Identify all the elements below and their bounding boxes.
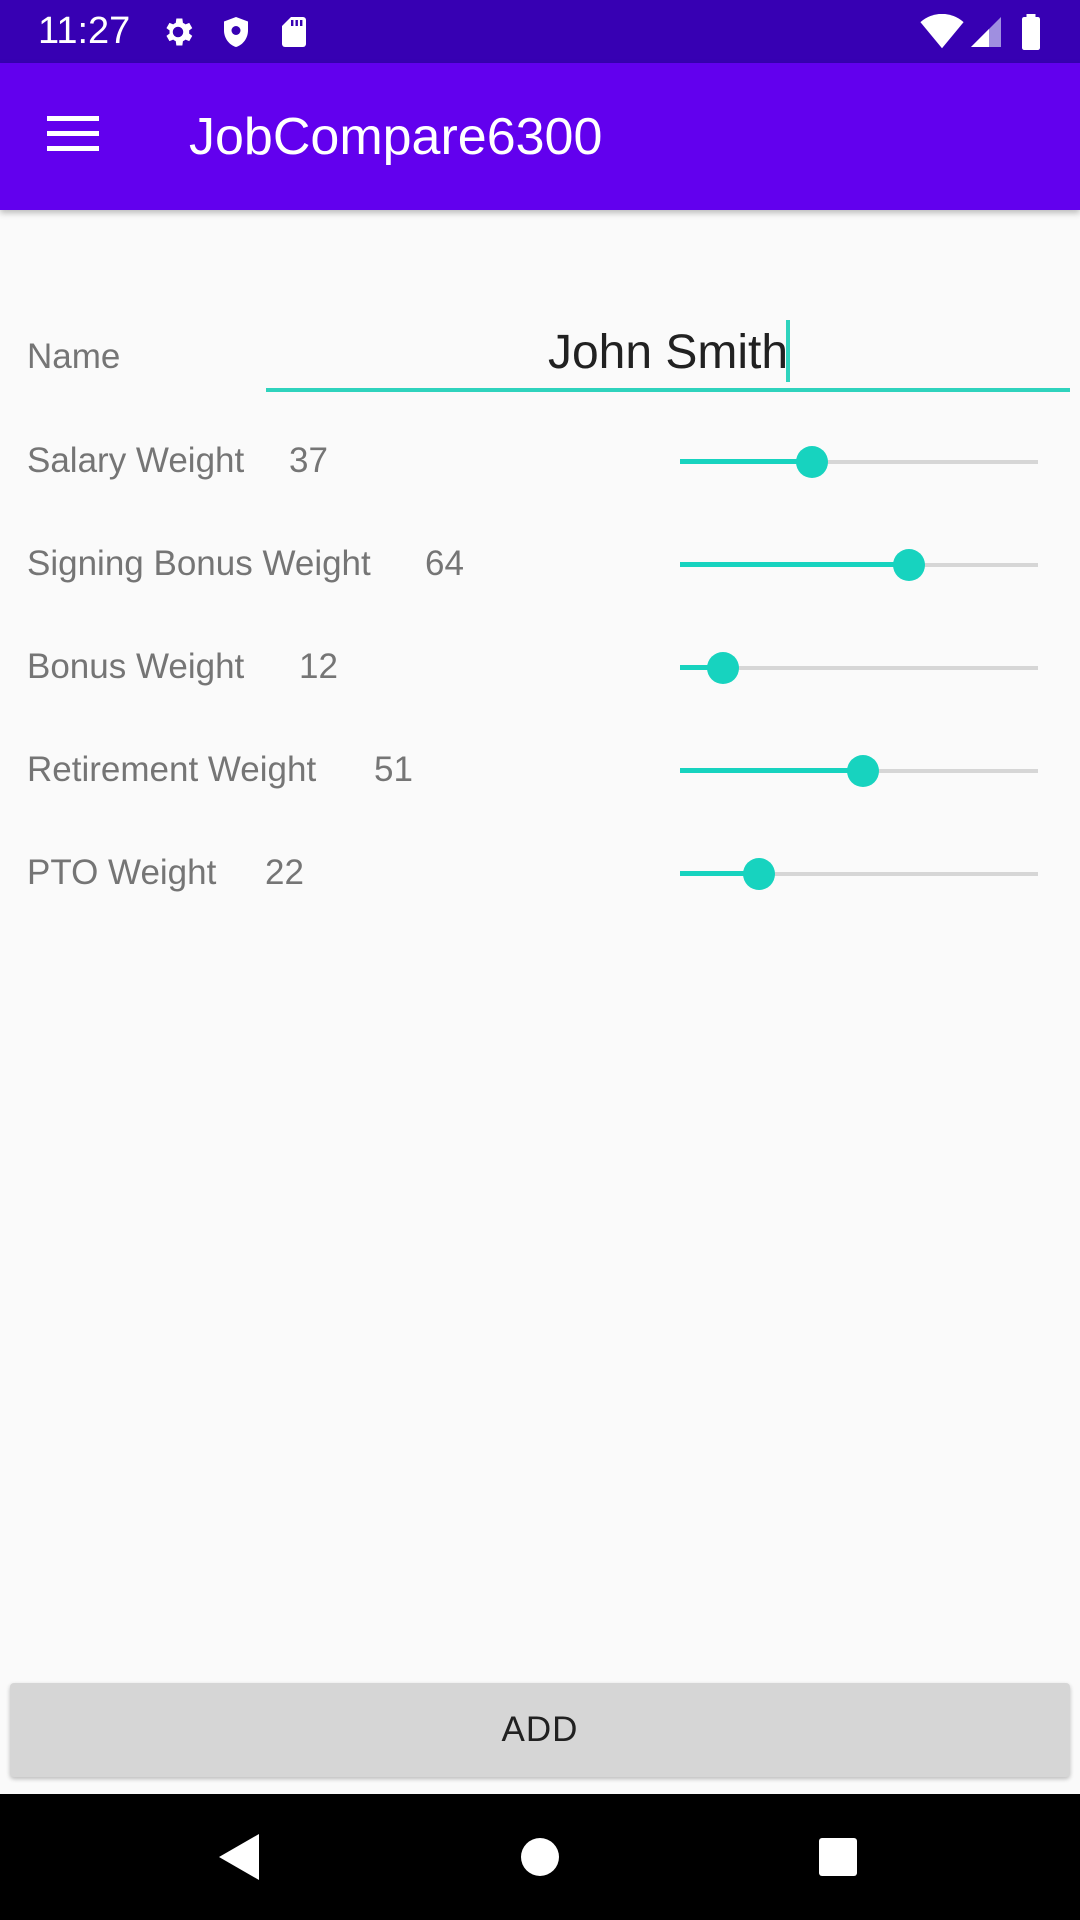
wifi-icon bbox=[920, 13, 964, 55]
shield-icon bbox=[218, 14, 254, 55]
back-button[interactable] bbox=[204, 1824, 274, 1894]
salary-weight-value: 37 bbox=[289, 441, 328, 480]
signal-icon bbox=[968, 14, 1004, 55]
status-time: 11:27 bbox=[38, 10, 131, 52]
bonus-weight-label: Bonus Weight bbox=[27, 647, 245, 686]
menu-button[interactable] bbox=[30, 103, 116, 169]
signing-bonus-weight-row: Signing Bonus Weight 64 bbox=[0, 535, 1080, 595]
app-bar: JobCompare6300 bbox=[0, 63, 1080, 210]
bonus-weight-slider[interactable] bbox=[680, 638, 1038, 698]
pto-weight-row: PTO Weight 22 bbox=[0, 844, 1080, 904]
navigation-bar bbox=[0, 1794, 1080, 1920]
retirement-weight-value: 51 bbox=[374, 750, 413, 789]
slider-fill bbox=[680, 768, 863, 773]
recents-button[interactable] bbox=[803, 1824, 873, 1894]
app-title: JobCompare6300 bbox=[189, 108, 603, 166]
home-button[interactable] bbox=[505, 1824, 575, 1894]
retirement-weight-slider[interactable] bbox=[680, 741, 1038, 801]
retirement-weight-label: Retirement Weight bbox=[27, 750, 317, 789]
pto-weight-value: 22 bbox=[265, 853, 304, 892]
name-input[interactable] bbox=[266, 316, 1070, 392]
status-bar: 11:27 bbox=[0, 0, 1080, 63]
signing-bonus-weight-value: 64 bbox=[425, 544, 464, 583]
name-label: Name bbox=[27, 337, 121, 376]
slider-thumb[interactable] bbox=[707, 652, 739, 684]
salary-weight-row: Salary Weight 37 bbox=[0, 432, 1080, 492]
slider-thumb[interactable] bbox=[743, 858, 775, 890]
slider-fill bbox=[680, 562, 909, 567]
slider-thumb[interactable] bbox=[893, 549, 925, 581]
sd-card-icon bbox=[276, 14, 312, 55]
battery-icon bbox=[1016, 14, 1046, 55]
back-icon bbox=[217, 1832, 261, 1887]
retirement-weight-row: Retirement Weight 51 bbox=[0, 741, 1080, 801]
slider-thumb[interactable] bbox=[847, 755, 879, 787]
slider-fill bbox=[680, 459, 812, 464]
recents-icon bbox=[818, 1837, 858, 1882]
signing-bonus-weight-label: Signing Bonus Weight bbox=[27, 544, 371, 583]
salary-weight-label: Salary Weight bbox=[27, 441, 245, 480]
add-button[interactable]: ADD bbox=[10, 1683, 1070, 1777]
signing-bonus-weight-slider[interactable] bbox=[680, 535, 1038, 595]
pto-weight-slider[interactable] bbox=[680, 844, 1038, 904]
hamburger-menu-icon bbox=[47, 114, 99, 159]
bonus-weight-value: 12 bbox=[299, 647, 338, 686]
pto-weight-label: PTO Weight bbox=[27, 853, 217, 892]
slider-thumb[interactable] bbox=[796, 446, 828, 478]
text-cursor bbox=[786, 320, 790, 382]
salary-weight-slider[interactable] bbox=[680, 432, 1038, 492]
gear-icon bbox=[160, 14, 196, 55]
screen: 11:27 JobCompare6300 Name John Smith Sal… bbox=[0, 0, 1080, 1920]
home-icon bbox=[519, 1836, 561, 1883]
bonus-weight-row: Bonus Weight 12 bbox=[0, 638, 1080, 698]
